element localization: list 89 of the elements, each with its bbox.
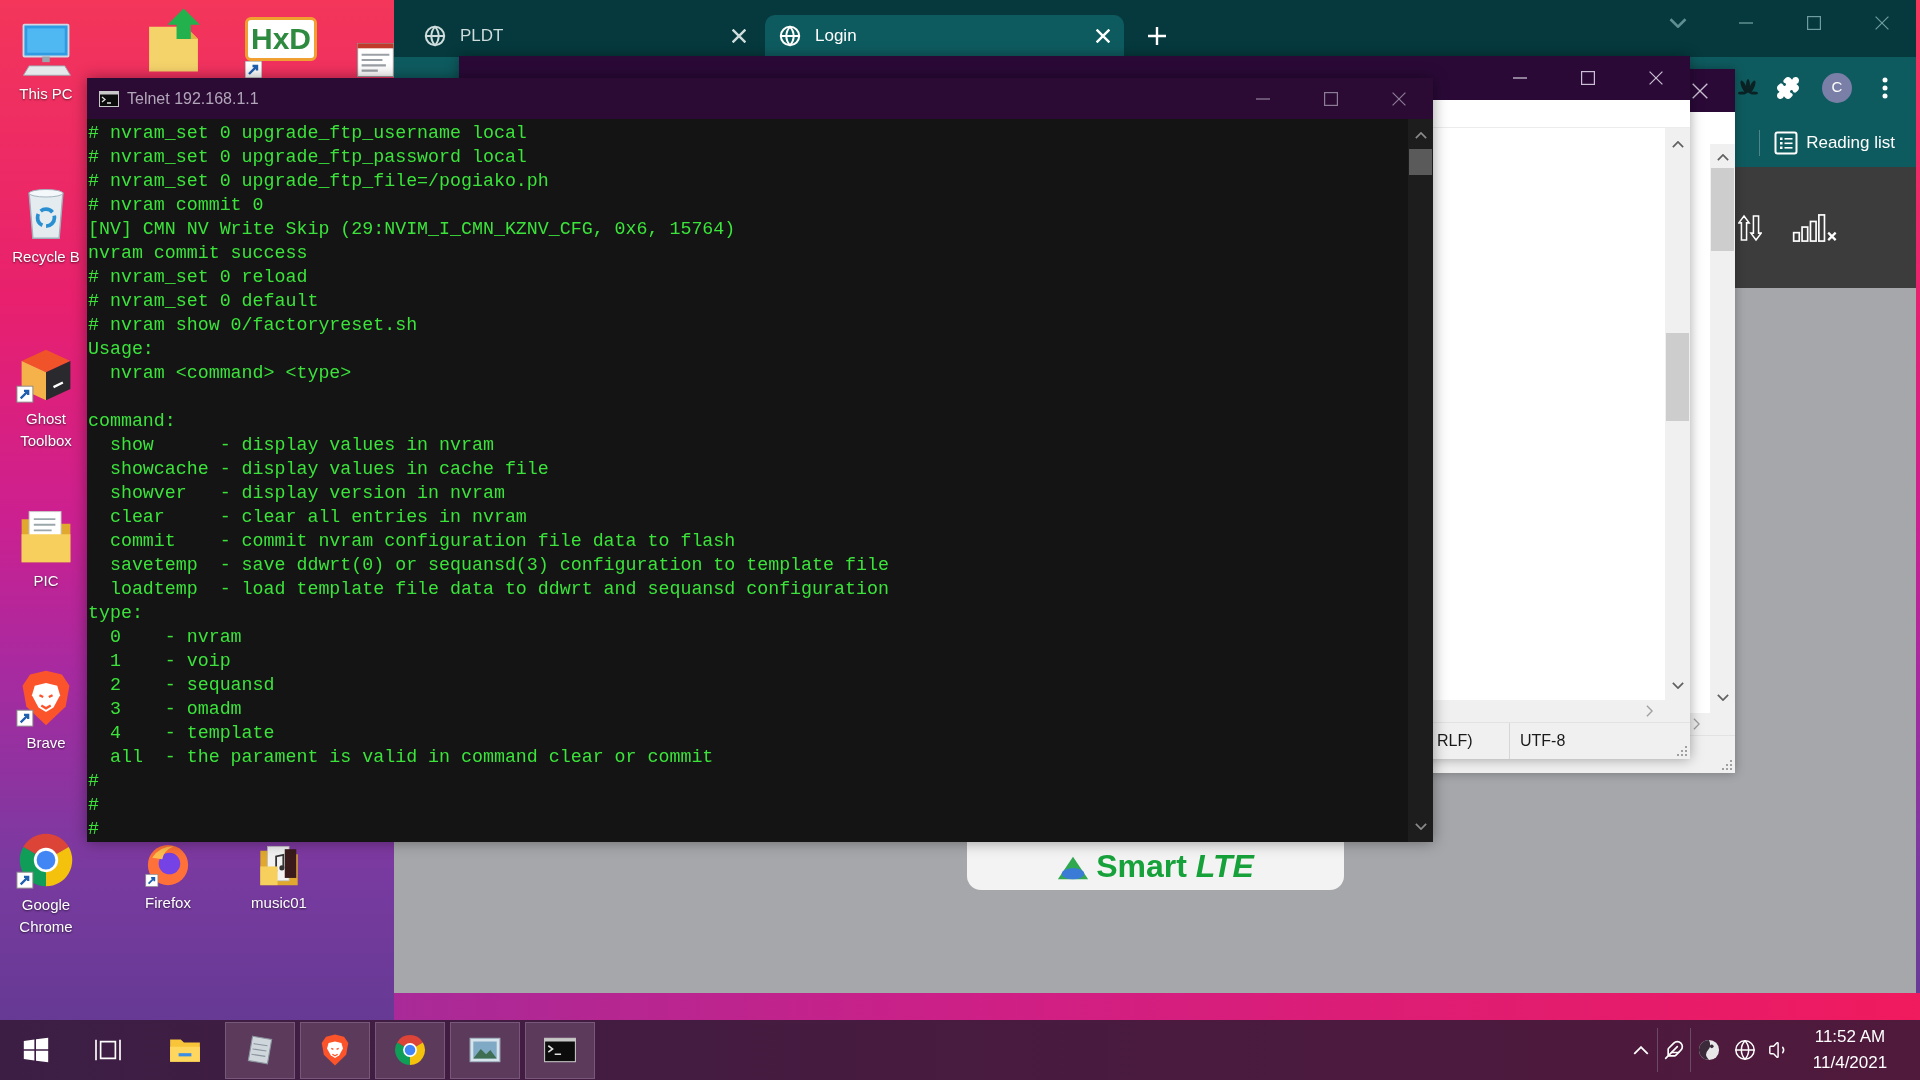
terminal-line: 3 - omadm [108, 698, 242, 721]
taskbar-button[interactable] [525, 1021, 595, 1079]
scrollbar-thumb[interactable] [1666, 333, 1689, 421]
terminal-line: command: [88, 410, 176, 433]
terminal-line: show - display values in nvram [108, 434, 494, 457]
terminal-line: type: [88, 602, 143, 625]
terminal-line: 1 - voip [108, 650, 231, 673]
terminal-line: # [88, 794, 99, 817]
taskbar-button[interactable] [225, 1021, 295, 1079]
terminal-line: 0 - nvram [108, 626, 242, 649]
desktop-item[interactable]: Brave [6, 668, 86, 754]
resize-grip-icon[interactable] [1721, 759, 1733, 771]
terminal-line: nvram commit success [88, 242, 308, 265]
terminal-line: showcache - display values in cache file [108, 458, 549, 481]
terminal-line: loadtemp - load template file data to ddwrt and sequansd configuration [108, 578, 889, 601]
chevron-down-icon[interactable] [1671, 682, 1684, 689]
browser-tab[interactable]: Login [765, 15, 1124, 57]
desktop-item[interactable]: Recycle B [6, 182, 86, 268]
windows-icon[interactable] [23, 1037, 49, 1063]
status-text: UTF-8 [1520, 731, 1566, 751]
terminal-line: commit - commit nvram configuration file data to flash [108, 530, 736, 553]
taskbar-button[interactable] [450, 1021, 520, 1079]
terminal-line: 4 - template [108, 722, 275, 745]
terminal-line: Usage: [88, 338, 154, 361]
taskbar-button[interactable] [300, 1021, 370, 1079]
terminal-line: savetemp - save ddwrt(0) or sequansd(3) configuration to template file [108, 554, 889, 577]
terminal-line: # nvram_set 0 reload [88, 266, 308, 289]
window-title: Telnet 192.168.1.1 [127, 88, 259, 109]
scrollbar-thumb[interactable] [1409, 149, 1432, 175]
console-icon [99, 90, 119, 107]
new-tab-icon[interactable] [1148, 27, 1166, 45]
resize-grip-icon[interactable] [1676, 745, 1688, 757]
terminal-line: 2 - sequansd [108, 674, 275, 697]
globe-icon[interactable] [1734, 1039, 1756, 1061]
feather-icon[interactable] [1664, 1040, 1684, 1060]
status-text: RLF) [1437, 731, 1473, 751]
puzzle-icon[interactable] [1776, 75, 1800, 100]
terminal-line: # nvram_set 0 upgrade_ftp_username local [88, 122, 527, 145]
terminal-line: # [88, 770, 99, 793]
taskbar-button[interactable] [375, 1021, 445, 1079]
desktop-item[interactable]: This PC [6, 19, 86, 105]
close-icon[interactable] [1649, 71, 1663, 85]
terminal-line: # nvram show 0/factoryreset.sh [88, 314, 418, 337]
window-thumbnail-icon[interactable] [357, 43, 394, 77]
globe-icon [424, 25, 446, 47]
more-menu-icon[interactable] [1882, 76, 1888, 99]
terminal-line: # nvram_set 0 default [88, 290, 319, 313]
profile-avatar[interactable]: C [1822, 72, 1852, 103]
scrollbar-track[interactable] [1665, 128, 1690, 700]
scrollbar-track[interactable] [1710, 144, 1735, 713]
terminal-line: all - the parament is valid in command clear or commit [108, 746, 714, 769]
minimize-icon[interactable] [1256, 97, 1270, 100]
chevron-right-icon[interactable] [1693, 718, 1700, 730]
task-view-icon[interactable] [94, 1038, 122, 1062]
scrollbar-thumb[interactable] [1711, 168, 1734, 251]
chevron-down-icon[interactable] [1716, 694, 1729, 701]
clock-date[interactable]: 11/4/2021 [1812, 1050, 1888, 1076]
maximize-icon[interactable] [1581, 71, 1595, 85]
terminal-line: clear - clear all entries in nvram [108, 506, 527, 529]
globe-icon [779, 25, 801, 47]
desktop-item[interactable]: Firefox [126, 842, 210, 914]
desktop-item[interactable]: Google Chrome [6, 830, 86, 938]
terminal-line: # nvram_set 0 upgrade_ftp_file=/pogiako.ph [88, 170, 549, 193]
close-icon[interactable] [1392, 91, 1406, 106]
terminal-line: showver - display version in nvram [108, 482, 505, 505]
desktop-item[interactable]: music01 [237, 842, 321, 914]
app-tray-icon[interactable] [1698, 1039, 1720, 1061]
desktop-item[interactable]: PIC [6, 506, 86, 592]
maximize-icon[interactable] [1324, 91, 1338, 106]
chevron-down-icon[interactable] [1669, 18, 1687, 28]
up-down-arrows-icon[interactable] [1738, 212, 1762, 243]
app-logo[interactable]: HxD [245, 17, 317, 61]
terminal-line: # nvram_set 0 upgrade_ftp_password local [88, 146, 527, 169]
reading-list-button[interactable]: Reading list [1774, 129, 1895, 156]
logo-mark-icon [1056, 854, 1091, 882]
chevron-down-icon[interactable] [1414, 823, 1427, 830]
maximize-icon[interactable] [1807, 16, 1821, 30]
close-icon[interactable] [1692, 82, 1708, 99]
terminal-line: # nvram commit 0 [88, 194, 264, 217]
terminal-line: # [88, 818, 99, 841]
terminal-line: nvram <command> <type> [108, 362, 352, 385]
scrollbar-track[interactable] [1408, 119, 1433, 842]
logo-text: Smart LTE [1096, 850, 1254, 882]
desktop-item[interactable]: Ghost Toolbox [6, 344, 86, 452]
terminal-line: [NV] CMN NV Write Skip (29:NVIM_I_CMN_KZNV_CFG, 0x6, 15764) [88, 218, 736, 241]
browser-logo-icon [393, 1033, 427, 1067]
clock-time[interactable]: 11:52 AM [1814, 1024, 1886, 1050]
browser-tab[interactable]: PLDT [410, 15, 760, 57]
list-icon [1774, 130, 1799, 155]
